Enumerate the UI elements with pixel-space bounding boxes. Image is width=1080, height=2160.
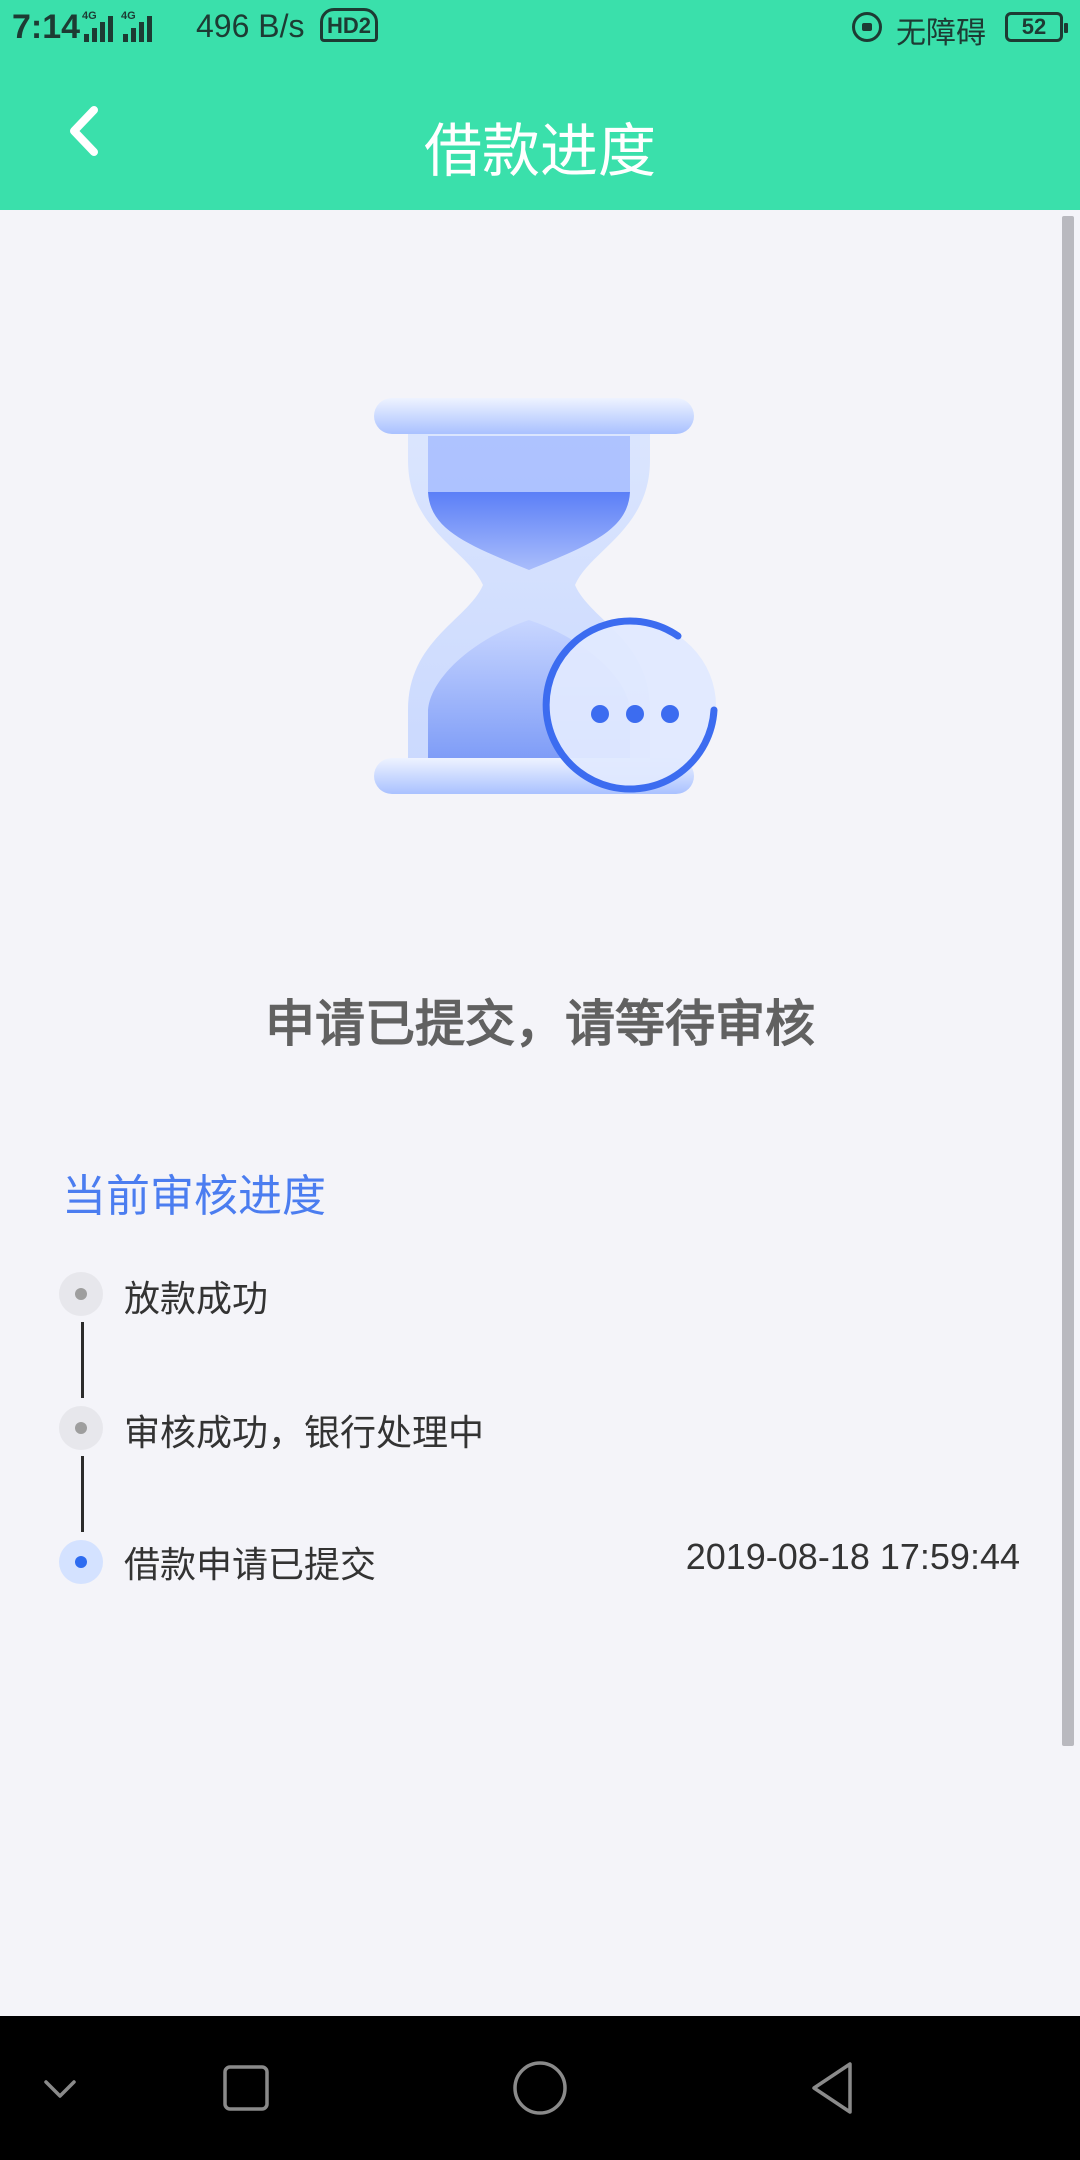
chevron-down-icon <box>44 2080 76 2098</box>
step-label: 放款成功 <box>124 1279 269 1320</box>
recents-button[interactable] <box>210 2052 282 2124</box>
progress-heading: 当前审核进度 <box>62 1171 326 1222</box>
page-title: 借款进度 <box>423 117 656 185</box>
submit-status-message: 申请已提交，请等待审核 <box>265 995 815 1053</box>
home-icon <box>513 2061 567 2115</box>
signal-icon: 4G <box>121 10 152 42</box>
accessibility-label: 无障碍 <box>896 17 986 50</box>
battery-icon: 52 <box>1005 12 1068 42</box>
timeline-dot-active <box>59 1540 103 1584</box>
app-bar: 借款进度 <box>0 56 1080 210</box>
hide-nav-button[interactable] <box>24 2052 96 2124</box>
network-speed: 496 B/s <box>196 8 305 44</box>
step-label: 审核成功，银行处理中 <box>124 1413 485 1454</box>
scrollbar[interactable] <box>1062 216 1074 1746</box>
nav-back-button[interactable] <box>798 2052 870 2124</box>
status-bar: 7:14 4G 4G 496 B/s HD2 无障碍 52 <box>0 0 1080 56</box>
timeline-connector <box>81 1456 84 1532</box>
signal-icons: 4G 4G <box>82 10 152 42</box>
back-icon <box>812 2062 852 2114</box>
hd-voice-icon: HD2 <box>320 8 379 42</box>
step-label: 借款申请已提交 <box>124 1545 377 1586</box>
signal-icon: 4G <box>82 10 113 42</box>
timeline-dot <box>59 1406 103 1450</box>
step-timestamp: 2019-08-18 17:59:44 <box>685 1536 1020 1577</box>
network-type-label: 4G <box>82 10 97 22</box>
network-type-label: 4G <box>121 10 136 22</box>
navigation-bar <box>0 2016 1080 2160</box>
rotation-lock-icon <box>852 12 882 42</box>
hourglass-illustration <box>360 380 740 820</box>
timeline-dot <box>59 1272 103 1316</box>
hourglass-icon <box>374 398 718 794</box>
status-time: 7:14 <box>12 8 81 46</box>
home-button[interactable] <box>504 2052 576 2124</box>
timeline-connector <box>81 1322 84 1398</box>
recents-icon <box>223 2065 269 2111</box>
